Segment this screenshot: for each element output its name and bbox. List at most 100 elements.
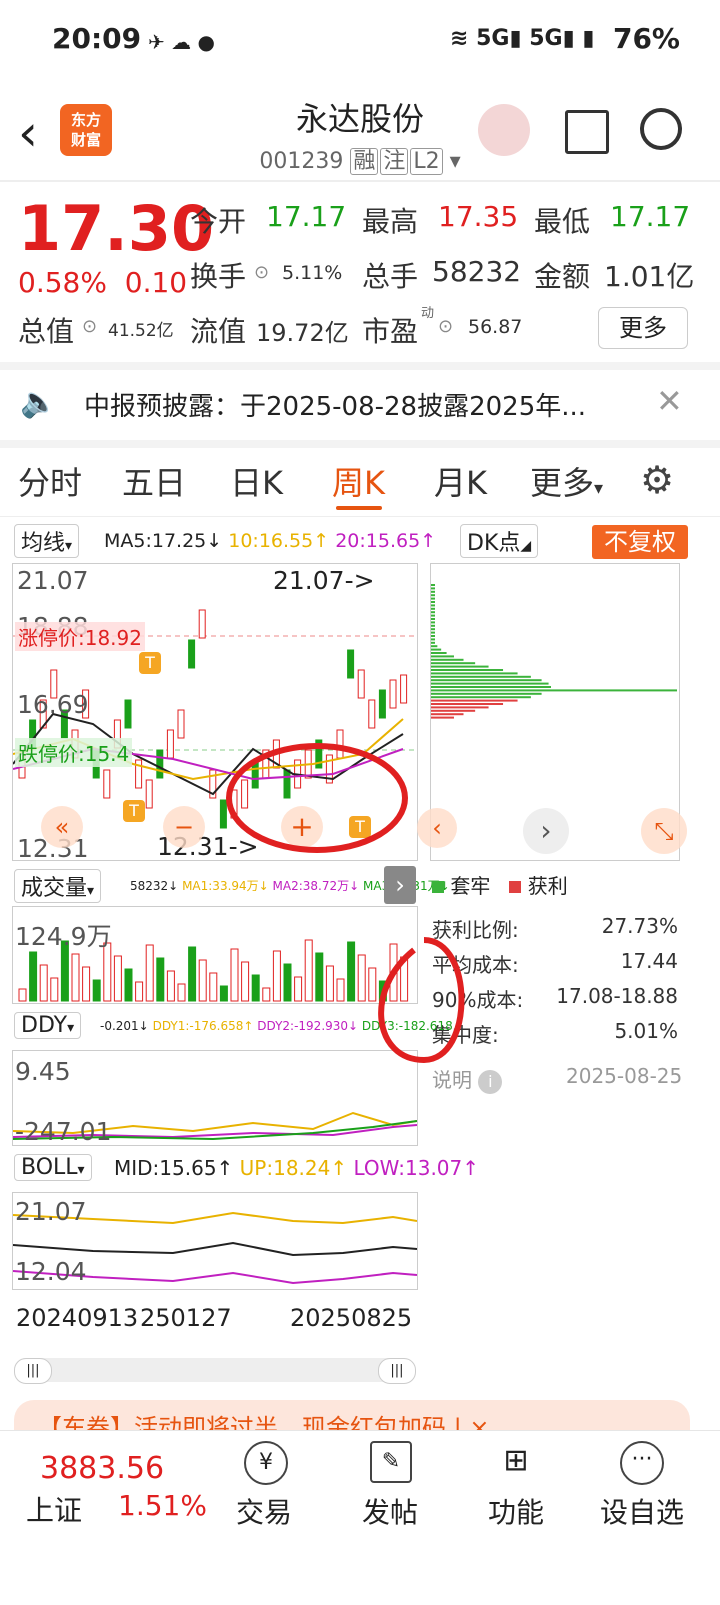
chevron-left-icon[interactable]: ‹	[417, 808, 457, 848]
chip-bar	[431, 662, 476, 665]
stock-code-line[interactable]: 001239 融注 L2 ▾	[0, 143, 720, 175]
share-icon[interactable]	[565, 110, 609, 154]
candle	[198, 609, 206, 639]
volume-bar	[315, 952, 324, 1002]
volume-bar	[241, 961, 250, 1002]
index-pct[interactable]: 1.51%	[118, 1489, 207, 1522]
divider	[0, 180, 720, 182]
t-marker-icon[interactable]: T	[139, 652, 161, 674]
chip-bar	[431, 614, 435, 617]
info-icon[interactable]: ⊙	[438, 316, 453, 337]
search-icon[interactable]	[640, 108, 682, 150]
dk-select[interactable]: DK点◢	[460, 524, 539, 558]
divider	[0, 440, 720, 448]
volume-panel[interactable]: 124.9万	[12, 906, 418, 1004]
limit-up-label: 涨停价:18.92	[15, 622, 145, 651]
fuquan-button[interactable]: 不复权	[592, 525, 688, 559]
amount-value: 1.01亿	[604, 260, 695, 293]
chip-bar	[431, 682, 549, 685]
volume-select[interactable]: 成交量▾	[14, 869, 102, 903]
candle	[156, 749, 164, 779]
stock-code: 001239	[259, 149, 344, 174]
volume-bar	[50, 977, 59, 1002]
info-icon[interactable]: ⊙	[82, 316, 97, 337]
ddy-panel[interactable]: 9.45 -247.01	[12, 1050, 418, 1146]
chip-bar	[431, 675, 531, 678]
candle	[357, 669, 365, 699]
close-icon[interactable]: ✕	[656, 382, 683, 420]
slider-handle-right[interactable]: |||	[378, 1358, 416, 1384]
chip-bar	[431, 618, 435, 620]
chip-stat-value: 27.73%	[601, 914, 678, 938]
chip-bar	[431, 597, 435, 600]
tab-weekly-k[interactable]: 周K	[332, 458, 385, 504]
pe-value: 56.87	[468, 316, 523, 338]
ma-select[interactable]: 均线▾	[14, 524, 80, 558]
chip-bar	[431, 699, 518, 702]
ma-legend: MA5:17.25↓ 10:16.55↑ 20:15.65↑	[104, 530, 437, 552]
nav-post[interactable]: 发帖	[350, 1491, 430, 1531]
chip-bar	[431, 624, 435, 627]
chip-distribution-panel[interactable]: ‹ › ⤡	[417, 563, 687, 861]
chevron-right-icon[interactable]: ›	[523, 808, 569, 854]
volume-bar	[251, 974, 260, 1002]
index-value[interactable]: 3883.56	[40, 1451, 164, 1486]
range-slider[interactable]	[14, 1358, 414, 1382]
limit-down-label: 跌停价:15.4	[15, 738, 133, 767]
chip-stat-value: 17.08-18.88	[556, 984, 678, 1008]
nav-watchlist[interactable]: 设自选	[596, 1491, 688, 1531]
expand-icon[interactable]: ⤡	[641, 808, 687, 854]
more-button[interactable]: 更多	[598, 307, 688, 349]
divider	[0, 516, 720, 517]
candle	[400, 674, 408, 704]
more-dots-icon[interactable]: ···	[620, 1441, 664, 1485]
turnover-value: 5.11%	[282, 262, 343, 284]
tag-rong: 融	[350, 148, 379, 175]
mcap-value: 41.52亿	[108, 321, 174, 341]
low-label: 最低	[534, 205, 591, 238]
date-mid: 250127	[140, 1304, 232, 1332]
high-value: 17.35	[438, 200, 519, 233]
function-icon[interactable]: ⊞	[496, 1441, 536, 1481]
settings-gear-icon[interactable]: ⚙	[640, 458, 674, 502]
stock-name: 永达股份	[295, 100, 424, 138]
info-icon: i	[478, 1070, 503, 1094]
ddy-select[interactable]: DDY▾	[14, 1012, 82, 1039]
assistant-avatar-icon[interactable]	[478, 104, 530, 156]
volume-bar	[198, 959, 207, 1002]
tab-intraday[interactable]: 分时	[18, 458, 82, 504]
boll-select[interactable]: BOLL▾	[14, 1154, 92, 1181]
volume-bar	[135, 981, 144, 1002]
active-tab-indicator	[336, 506, 382, 510]
tab-daily-k[interactable]: 日K	[230, 458, 283, 504]
volume-bar	[219, 985, 228, 1002]
volume-bar	[272, 950, 281, 1002]
volume-bar	[92, 979, 101, 1002]
nav-trade[interactable]: 交易	[224, 1491, 304, 1531]
nav-function[interactable]: 功能	[476, 1491, 556, 1531]
candle	[177, 709, 185, 739]
expand-right-icon[interactable]: ›	[384, 866, 416, 904]
slider-handle-left[interactable]: |||	[14, 1358, 52, 1384]
volume-bar	[230, 948, 239, 1002]
tag-l2: L2	[410, 148, 443, 175]
chip-bar	[431, 584, 435, 586]
prev-icon[interactable]: «	[41, 806, 83, 848]
index-name[interactable]: 上证	[26, 1489, 82, 1529]
last-price: 17.30	[18, 192, 215, 265]
chip-bar	[431, 706, 489, 709]
amount-label: 金额	[534, 260, 591, 293]
volume-value: 58232	[432, 255, 522, 288]
trade-icon[interactable]: ¥	[244, 1441, 288, 1485]
info-icon[interactable]: ⊙	[254, 262, 269, 283]
t-marker-icon[interactable]: T	[123, 800, 145, 822]
boll-panel[interactable]: 21.07 12.04	[12, 1192, 418, 1290]
notice-text[interactable]: 中报预披露：于2025-08-28披露2025年...	[84, 386, 586, 423]
tab-more[interactable]: 更多▾	[530, 458, 603, 504]
tab-monthly-k[interactable]: 月K	[434, 458, 487, 504]
zoom-out-icon[interactable]: −	[163, 806, 205, 848]
post-icon[interactable]: ✎	[370, 1441, 412, 1483]
volume-bar	[294, 976, 303, 1002]
tab-five-day[interactable]: 五日	[122, 458, 186, 504]
volume-bar	[39, 964, 48, 1002]
